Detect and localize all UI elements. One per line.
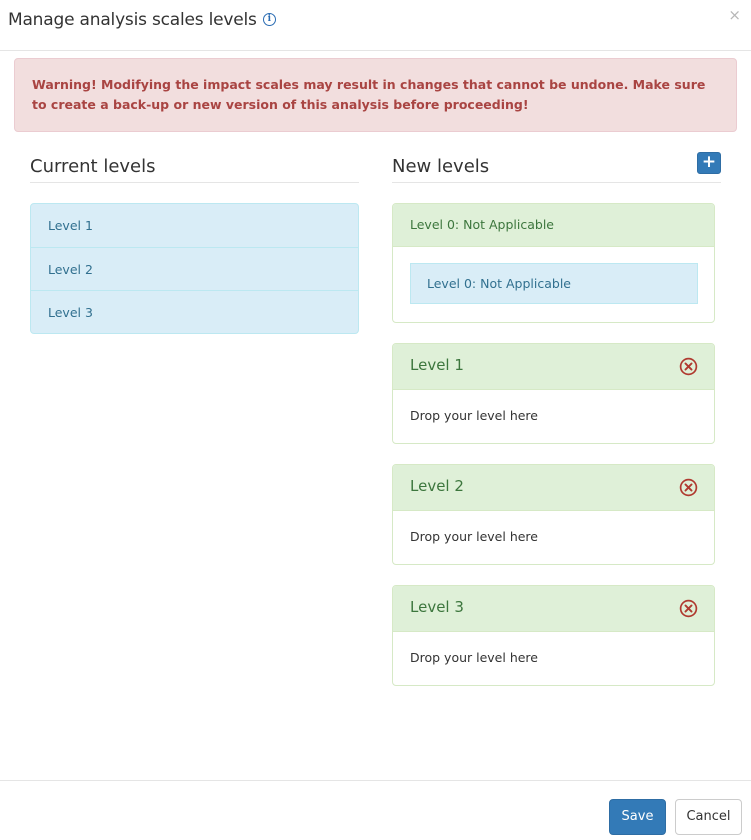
modal-title-text: Manage analysis scales levels xyxy=(8,10,257,30)
new-levels-title: New levels xyxy=(392,156,490,177)
close-icon[interactable]: × xyxy=(728,8,741,23)
new-level-panel-0: Level 0: Not Applicable Level 0: Not App… xyxy=(392,203,715,323)
new-level-panel-0-dropzone[interactable]: Level 0: Not Applicable xyxy=(393,247,714,322)
modal-header: Manage analysis scales levels i × xyxy=(0,0,751,51)
new-level-panel-1-dropzone[interactable]: Drop your level here xyxy=(393,390,714,442)
new-level-panel-3-title: Level 3 xyxy=(410,598,464,616)
drop-placeholder: Drop your level here xyxy=(410,650,538,665)
current-level-item-1[interactable]: Level 1 xyxy=(31,204,358,247)
current-levels-list: Level 1 Level 2 Level 3 xyxy=(30,203,359,334)
remove-circle-icon[interactable] xyxy=(679,599,698,618)
current-levels-divider xyxy=(30,182,359,183)
remove-circle-icon[interactable] xyxy=(679,478,698,497)
new-level-panel-3: Level 3 Drop your level here xyxy=(392,585,715,686)
cancel-button[interactable]: Cancel xyxy=(675,799,742,835)
new-level-panel-2-dropzone[interactable]: Drop your level here xyxy=(393,511,714,563)
new-level-panel-2-title: Level 2 xyxy=(410,477,464,495)
remove-circle-icon[interactable] xyxy=(679,357,698,376)
new-level-panel-2-header: Level 2 xyxy=(393,465,714,511)
warning-alert: Warning! Modifying the impact scales may… xyxy=(14,58,737,132)
new-level-panel-1-header: Level 1 xyxy=(393,344,714,390)
plus-icon: + xyxy=(701,152,717,172)
assigned-level-chip[interactable]: Level 0: Not Applicable xyxy=(410,263,698,304)
drop-placeholder: Drop your level here xyxy=(410,408,538,423)
warning-text: Warning! Modifying the impact scales may… xyxy=(32,77,706,112)
add-level-button[interactable]: + xyxy=(697,152,721,174)
modal-title: Manage analysis scales levels i xyxy=(8,10,276,30)
new-level-panel-0-header: Level 0: Not Applicable xyxy=(393,204,714,247)
new-level-panel-3-header: Level 3 xyxy=(393,586,714,632)
info-icon[interactable]: i xyxy=(262,12,276,26)
current-level-item-2[interactable]: Level 2 xyxy=(31,247,358,290)
new-levels-divider xyxy=(392,182,721,183)
save-button[interactable]: Save xyxy=(609,799,666,835)
new-level-panel-1: Level 1 Drop your level here xyxy=(392,343,715,444)
current-level-item-3[interactable]: Level 3 xyxy=(31,290,358,333)
modal-footer: Save Cancel xyxy=(0,780,751,840)
new-level-panel-1-title: Level 1 xyxy=(410,356,464,374)
drop-placeholder: Drop your level here xyxy=(410,529,538,544)
new-level-panel-2: Level 2 Drop your level here xyxy=(392,464,715,565)
new-level-panel-0-title: Level 0: Not Applicable xyxy=(410,217,554,232)
new-level-panel-3-dropzone[interactable]: Drop your level here xyxy=(393,632,714,684)
current-levels-title: Current levels xyxy=(30,156,156,177)
